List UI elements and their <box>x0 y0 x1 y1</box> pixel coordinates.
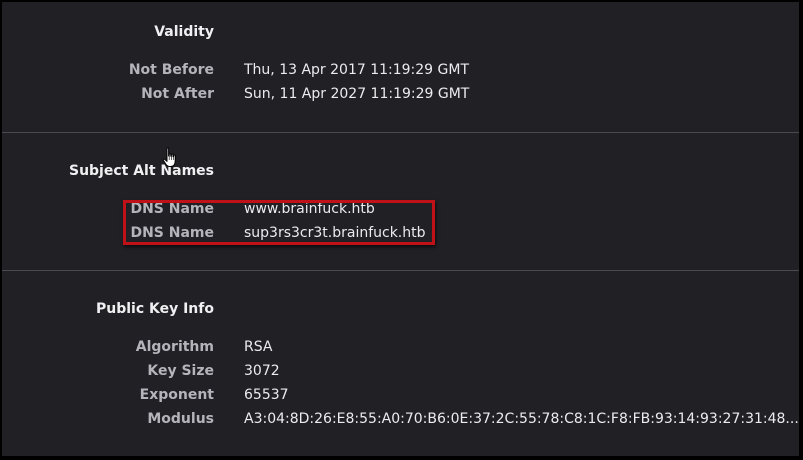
key-size-value: 3072 <box>244 363 280 379</box>
public-key-info-title: Public Key Info <box>95 301 214 317</box>
validity-title: Validity <box>154 24 214 40</box>
hand-pointer-icon <box>162 147 176 167</box>
not-after-value: Sun, 11 Apr 2027 11:19:29 GMT <box>244 86 470 102</box>
annotation-highlight-box <box>123 200 435 245</box>
modulus-value[interactable]: A3:04:8D:26:E8:55:A0:70:B6:0E:37:2C:55:7… <box>244 411 799 427</box>
key-size-label: Key Size <box>147 363 214 379</box>
modulus-label: Modulus <box>147 411 214 427</box>
exponent-value: 65537 <box>244 387 289 403</box>
exponent-label: Exponent <box>139 387 214 403</box>
not-after-label: Not After <box>141 86 214 102</box>
section-divider <box>2 132 799 133</box>
not-before-label: Not Before <box>128 62 214 78</box>
not-before-value: Thu, 13 Apr 2017 11:19:29 GMT <box>244 62 470 78</box>
subject-alt-names-title: Subject Alt Names <box>68 163 214 179</box>
certificate-viewer-panel: Validity Not Before Thu, 13 Apr 2017 11:… <box>2 2 799 456</box>
algorithm-label: Algorithm <box>135 339 214 355</box>
section-divider <box>2 270 799 271</box>
algorithm-value: RSA <box>244 339 273 355</box>
